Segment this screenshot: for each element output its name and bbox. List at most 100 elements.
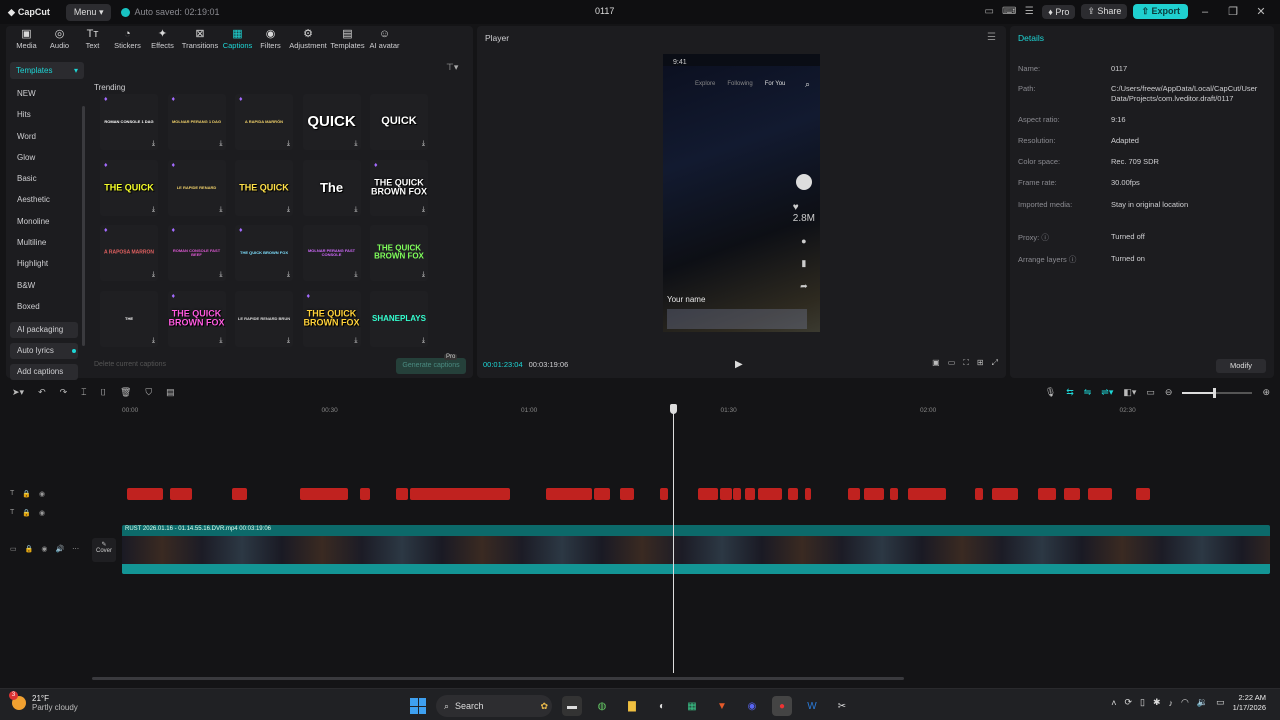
- battery-icon[interactable]: ▭: [1216, 697, 1225, 708]
- caption-clip[interactable]: [992, 488, 1018, 500]
- mic-tray-icon[interactable]: ♪: [1169, 698, 1174, 708]
- caption-clip[interactable]: [660, 488, 668, 500]
- discord-icon[interactable]: ◉: [742, 696, 762, 716]
- modify-button[interactable]: Modify: [1216, 359, 1266, 373]
- video-clip[interactable]: RUST 2026.01.16 - 01.14.55.16.DVR.mp4 00…: [122, 525, 1270, 574]
- caption-clip[interactable]: [396, 488, 408, 500]
- layout-icon[interactable]: ▭: [982, 5, 996, 19]
- caption-clip[interactable]: [848, 488, 860, 500]
- caption-template-card[interactable]: ROMAN CONSOLE 1 DAG ♦ ⤓: [100, 94, 158, 150]
- caption-clip[interactable]: [360, 488, 370, 500]
- caption-clip[interactable]: [890, 488, 898, 500]
- tool-audio[interactable]: ◎ Audio: [43, 26, 76, 52]
- volume-icon[interactable]: 🔉: [1197, 697, 1208, 708]
- chevron-up-icon[interactable]: ˄: [1111, 698, 1116, 708]
- download-icon[interactable]: ⤓: [219, 337, 222, 345]
- player-menu-icon[interactable]: ☰: [987, 32, 996, 43]
- caption-clip[interactable]: [733, 488, 741, 500]
- file-explorer-icon[interactable]: ▇: [622, 696, 642, 716]
- undo-icon[interactable]: ↶: [38, 387, 46, 398]
- bluetooth-icon[interactable]: ✱: [1153, 697, 1161, 708]
- eye-icon[interactable]: ◉: [39, 490, 45, 498]
- caption-clip[interactable]: [908, 488, 946, 500]
- download-icon[interactable]: ⤓: [287, 271, 290, 279]
- download-icon[interactable]: ⤓: [354, 337, 357, 345]
- caption-template-card[interactable]: MOLNAR PERANG 1 DAG ♦ ⤓: [167, 94, 226, 150]
- ratio-icon[interactable]: ▭: [948, 358, 956, 368]
- download-icon[interactable]: ⤓: [219, 206, 222, 214]
- lock-icon[interactable]: 🔒: [22, 509, 31, 517]
- caption-template-card[interactable]: QUICK ⤓: [370, 94, 428, 150]
- trim-icon[interactable]: ⌷: [101, 387, 106, 398]
- windows-start-icon[interactable]: [410, 698, 426, 714]
- more-icon[interactable]: ⋯: [72, 545, 79, 553]
- caption-clip[interactable]: [1088, 488, 1112, 500]
- caption-clip[interactable]: [410, 488, 510, 500]
- crop-icon[interactable]: ⛶: [963, 358, 969, 368]
- download-icon[interactable]: ⤓: [287, 206, 290, 214]
- clock[interactable]: 2:22 AM 1/17/2026: [1233, 693, 1266, 713]
- word-icon[interactable]: W: [802, 696, 822, 716]
- download-icon[interactable]: ⤓: [422, 206, 425, 214]
- wifi-icon[interactable]: ◠: [1181, 697, 1189, 708]
- caption-clip[interactable]: [758, 488, 782, 500]
- tool-stickers[interactable]: ◔ Stickers: [109, 26, 146, 52]
- app-icon-teal[interactable]: ▦: [682, 696, 702, 716]
- caption-clip[interactable]: [594, 488, 610, 500]
- download-icon[interactable]: ⤓: [219, 271, 222, 279]
- redo-icon[interactable]: ↷: [60, 387, 68, 398]
- play-icon[interactable]: ▶: [735, 359, 743, 370]
- caption-template-card[interactable]: MOLNAR PERANG FAST CONSOLE ⤓: [302, 225, 361, 281]
- caption-template-card[interactable]: LE RAPIDE RENARD BRUN ⤓: [235, 290, 293, 347]
- tool-media[interactable]: ▣ Media: [10, 26, 43, 52]
- export-button[interactable]: ⇧ Export: [1133, 4, 1188, 19]
- caption-clip[interactable]: [1064, 488, 1080, 500]
- caption-template-card[interactable]: SHANEPLAYS ⤓: [370, 290, 428, 347]
- category-aesthetic[interactable]: Aesthetic: [10, 189, 84, 210]
- quality-icon[interactable]: ▣: [932, 358, 940, 368]
- brave-icon[interactable]: ▼: [712, 696, 732, 716]
- select-tool-icon[interactable]: ➤▾: [12, 387, 24, 398]
- playhead-handle[interactable]: [670, 404, 677, 414]
- preview-axis-icon[interactable]: ◧▾: [1123, 387, 1136, 398]
- ai-packaging-button[interactable]: AI packaging: [10, 322, 78, 339]
- download-icon[interactable]: ⤓: [152, 271, 155, 279]
- caption-template-card[interactable]: THE QUICK BROWN FOX ♦ ⤓: [235, 225, 293, 281]
- taskbar-search[interactable]: ⌕ Search ✿: [436, 695, 552, 717]
- tool-templates[interactable]: ▤ Templates: [329, 26, 366, 52]
- add-captions-button[interactable]: Add captions: [10, 364, 78, 381]
- download-icon[interactable]: ⤓: [152, 206, 155, 214]
- tool-adjustment[interactable]: ⚙ Adjustment: [287, 26, 329, 52]
- generate-captions-button[interactable]: Generate captions: [396, 358, 466, 374]
- download-icon[interactable]: ⤓: [422, 337, 425, 345]
- capcut-taskbar-icon[interactable]: ✂: [832, 696, 852, 716]
- caption-template-card[interactable]: The ⤓: [302, 159, 361, 216]
- menu-button[interactable]: Menu ▾: [65, 3, 112, 21]
- caption-clip[interactable]: [1038, 488, 1056, 500]
- caption-template-card[interactable]: THE QUICK BROWN FOX ♦ ⤓: [370, 159, 428, 216]
- audio-icon[interactable]: 🔊: [55, 545, 64, 553]
- lock-icon[interactable]: 🔒: [25, 545, 34, 553]
- zoom-slider[interactable]: [1182, 387, 1253, 398]
- zoom-slider-knob[interactable]: [1212, 387, 1216, 398]
- share-button[interactable]: ⇪ Share: [1081, 4, 1128, 19]
- caption-clip[interactable]: [745, 488, 755, 500]
- caption-template-card[interactable]: THE QUICK BROWN FOX ♦ ⤓: [302, 290, 361, 347]
- snap-icon[interactable]: ⇋: [1084, 387, 1092, 398]
- eye-icon[interactable]: ◉: [39, 509, 45, 517]
- playhead[interactable]: [673, 405, 674, 673]
- tool-ai-avatar[interactable]: ☺ AI avatar: [366, 26, 403, 52]
- fullscreen-icon[interactable]: ⤢: [992, 358, 998, 368]
- category-scrollbar[interactable]: [82, 106, 85, 346]
- category-glow[interactable]: Glow: [10, 147, 84, 168]
- download-icon[interactable]: ⤓: [219, 140, 222, 148]
- zoom-out-icon[interactable]: ⊖: [1165, 387, 1173, 398]
- timeline-scrollbar[interactable]: [92, 677, 904, 680]
- download-icon[interactable]: ⤓: [152, 337, 155, 345]
- aspect-icon[interactable]: ⊞: [977, 358, 984, 368]
- task-view-icon[interactable]: ▬: [562, 696, 582, 716]
- screen-icon[interactable]: ▤: [166, 387, 175, 398]
- caption-clip[interactable]: [546, 488, 592, 500]
- eye-icon[interactable]: ◉: [41, 545, 47, 553]
- category-word[interactable]: Word: [10, 126, 84, 147]
